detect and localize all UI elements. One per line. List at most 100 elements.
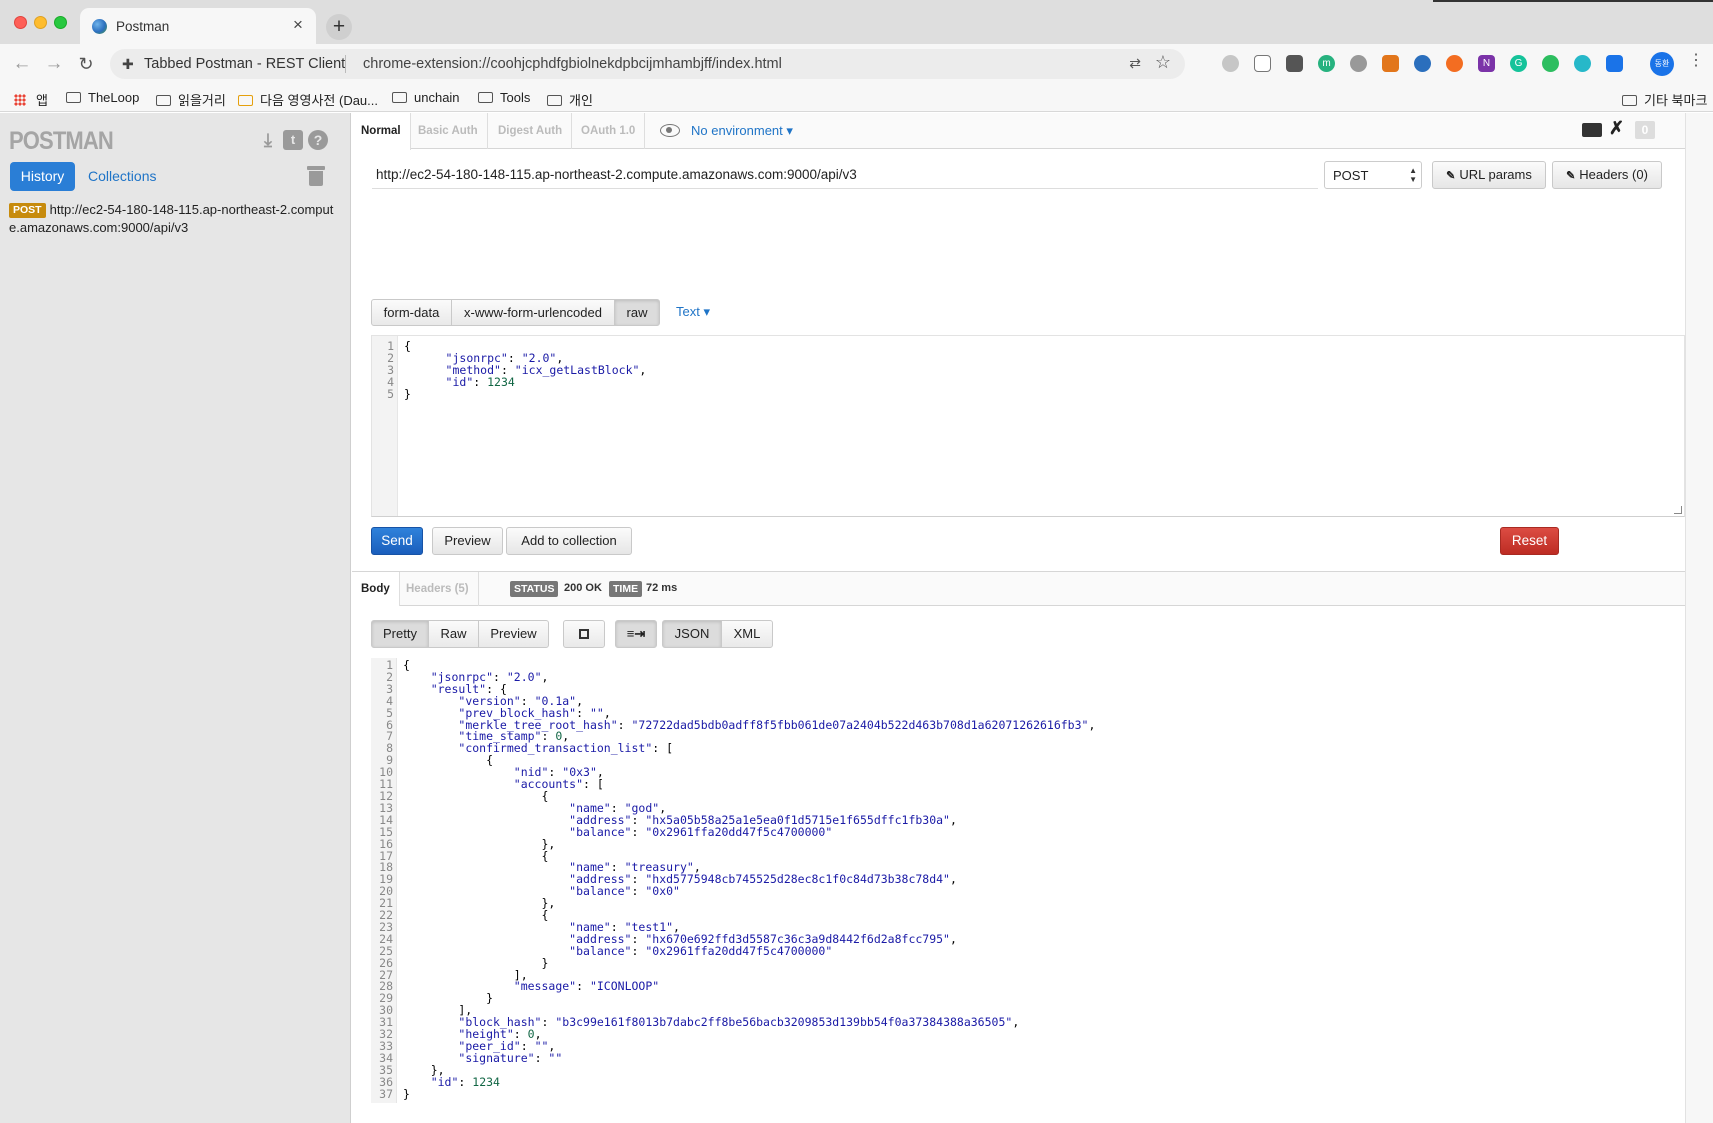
- headers-button[interactable]: ✎ Headers (0): [1552, 161, 1662, 189]
- view-raw[interactable]: Raw: [428, 620, 479, 648]
- request-body-code[interactable]: 1{2 "jsonrpc": "2.0", 3 "method": "icx_ge…: [372, 340, 646, 400]
- bookmark-daum-dictionary[interactable]: 다음 영영사전 (Dau...: [238, 90, 378, 109]
- sidebar-tab-collections[interactable]: Collections: [88, 168, 156, 184]
- environment-selector[interactable]: No environment ▾: [691, 123, 793, 139]
- method-badge: POST: [9, 203, 46, 218]
- tab-basic-auth[interactable]: Basic Auth: [409, 113, 488, 149]
- response-body-code[interactable]: 1{2 "jsonrpc": "2.0", 3 "result": {4 "ver…: [371, 659, 1095, 1101]
- content-type-dropdown[interactable]: Text ▾: [676, 304, 710, 320]
- response-body[interactable]: 1{2 "jsonrpc": "2.0", 3 "result": {4 "ver…: [371, 658, 1685, 1103]
- extension-globe-icon[interactable]: [1414, 55, 1431, 72]
- extension-grid-icon[interactable]: [1254, 55, 1271, 72]
- bookmark-folder-reading[interactable]: 읽을거리: [156, 90, 226, 109]
- minimize-window-button[interactable]: [34, 16, 47, 29]
- address-url[interactable]: chrome-extension://coohjcphdfgbiolnekdpb…: [363, 56, 782, 72]
- reload-icon[interactable]: ↻: [74, 52, 98, 76]
- trash-icon[interactable]: [306, 164, 326, 188]
- onenote-icon[interactable]: N: [1478, 55, 1495, 72]
- line-number: 37: [379, 1086, 393, 1101]
- extension-shield-icon[interactable]: [1286, 55, 1303, 72]
- bookmark-apps[interactable]: 앱: [14, 90, 48, 109]
- response-code-line: 37}: [371, 1086, 1095, 1101]
- fullscreen-icon: [579, 629, 589, 639]
- bookmark-folder-theloop[interactable]: TheLoop: [66, 90, 139, 105]
- bookmark-star-icon[interactable]: ☆: [1155, 52, 1171, 73]
- new-tab-button[interactable]: +: [326, 14, 352, 40]
- page-scrollbar[interactable]: [1685, 113, 1713, 1123]
- line-number: 5: [387, 387, 394, 401]
- folder-icon: [392, 92, 407, 103]
- response-code-line: 29 }: [371, 992, 1095, 1005]
- sidebar-tab-history[interactable]: History: [10, 162, 75, 191]
- tab-digest-auth[interactable]: Digest Auth: [489, 113, 573, 149]
- tab-response-headers[interactable]: Headers (5): [397, 572, 479, 606]
- site-label: Tabbed Postman - REST Client: [144, 56, 346, 72]
- postman-logo: POSTMAN: [9, 127, 114, 155]
- extension-m-icon[interactable]: m: [1318, 55, 1335, 72]
- view-preview[interactable]: Preview: [478, 620, 549, 648]
- folder-icon: [156, 95, 171, 106]
- response-code-line: 34 "signature": "": [371, 1052, 1095, 1065]
- view-pretty[interactable]: Pretty: [371, 620, 429, 648]
- metamask-fox-icon[interactable]: [1382, 55, 1399, 72]
- twitter-icon[interactable]: t: [283, 130, 303, 150]
- method-select[interactable]: POST ▲ ▼: [1324, 161, 1422, 189]
- body-mode-urlencoded[interactable]: x-www-form-urlencoded: [451, 299, 615, 326]
- main-panel: Normal Basic Auth Digest Auth OAuth 1.0 …: [352, 113, 1685, 1123]
- request-body-editor[interactable]: 1{2 "jsonrpc": "2.0", 3 "method": "icx_ge…: [371, 335, 1685, 517]
- tab-oauth[interactable]: OAuth 1.0: [572, 113, 646, 149]
- extension-bubble-icon[interactable]: [1350, 55, 1367, 72]
- reset-button[interactable]: Reset: [1500, 527, 1559, 555]
- bookmark-folder-personal[interactable]: 개인: [547, 90, 593, 109]
- bookmark-folder-unchain[interactable]: unchain: [392, 90, 460, 105]
- bookmarks-bar: 앱 TheLoop 읽을거리 다음 영영사전 (Dau... unchain T…: [0, 84, 1713, 112]
- tab-normal[interactable]: Normal: [352, 113, 411, 150]
- maximize-window-button[interactable]: [54, 16, 67, 29]
- download-icon[interactable]: ⤓: [258, 130, 278, 150]
- profile-avatar[interactable]: 동환: [1650, 52, 1674, 76]
- extension-sync-icon[interactable]: [1574, 55, 1591, 72]
- forward-arrow-icon[interactable]: →: [42, 52, 66, 76]
- keyboard-icon[interactable]: [1582, 123, 1602, 137]
- tab-response-body[interactable]: Body: [352, 572, 400, 606]
- wrap-toggle[interactable]: ≡⇥: [615, 620, 657, 648]
- bookmark-folder-tools[interactable]: Tools: [478, 90, 530, 105]
- add-to-collection-button[interactable]: Add to collection: [506, 527, 632, 555]
- eye-icon[interactable]: [660, 123, 680, 137]
- body-mode-form-data[interactable]: form-data: [371, 299, 452, 326]
- folder-icon: [547, 95, 562, 106]
- resize-handle[interactable]: [1674, 506, 1682, 514]
- chrome-menu-icon[interactable]: ⋮: [1688, 53, 1704, 69]
- address-bar[interactable]: ✚ Tabbed Postman - REST Client chrome-ex…: [110, 49, 1185, 79]
- preview-button[interactable]: Preview: [432, 527, 503, 555]
- daum-icon: [238, 95, 253, 106]
- request-code-line: 5}: [372, 388, 646, 400]
- select-arrows-icon: ▲ ▼: [1409, 166, 1417, 184]
- browser-tab[interactable]: Postman ×: [80, 8, 316, 44]
- request-url-input[interactable]: [372, 160, 1318, 189]
- translate-icon[interactable]: ⇄: [1129, 55, 1141, 72]
- edit-icon: ✎: [1446, 170, 1456, 182]
- extension-icon-1[interactable]: [1222, 55, 1239, 72]
- format-json[interactable]: JSON: [662, 620, 722, 648]
- extension-blue-icon[interactable]: [1606, 55, 1623, 72]
- grammarly-icon[interactable]: G: [1510, 55, 1527, 72]
- request-code-line: 4 "id": 1234: [372, 376, 646, 388]
- help-icon[interactable]: ?: [308, 130, 328, 150]
- close-window-button[interactable]: [14, 16, 27, 29]
- body-mode-raw[interactable]: raw: [614, 299, 660, 326]
- tab-title: Postman: [116, 19, 170, 34]
- evernote-icon[interactable]: [1542, 55, 1559, 72]
- apps-grid-icon: [14, 94, 26, 106]
- fullscreen-toggle[interactable]: [563, 620, 605, 648]
- tools-icon[interactable]: ✗: [1609, 118, 1624, 139]
- extension-orange-icon[interactable]: [1446, 55, 1463, 72]
- bookmark-other[interactable]: 기타 북마크: [1622, 90, 1707, 109]
- send-button[interactable]: Send: [371, 527, 423, 555]
- url-params-button[interactable]: ✎ URL params: [1432, 161, 1546, 189]
- close-tab-icon[interactable]: ×: [288, 15, 308, 35]
- history-item[interactable]: POST http://ec2-54-180-148-115.ap-northea…: [9, 201, 339, 237]
- browser-toolbar: ← → ↻ ✚ Tabbed Postman - REST Client chr…: [0, 44, 1713, 84]
- back-arrow-icon[interactable]: ←: [10, 52, 34, 76]
- format-xml[interactable]: XML: [721, 620, 773, 648]
